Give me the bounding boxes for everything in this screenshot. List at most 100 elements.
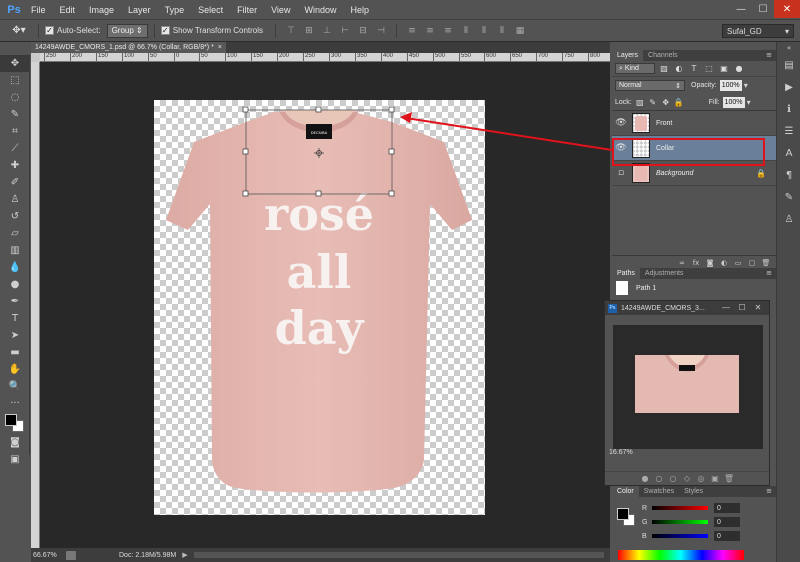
slider-red[interactable]: R 0: [642, 502, 740, 514]
group-folder-icon[interactable]: ▭: [732, 258, 744, 268]
slider-track[interactable]: [652, 506, 708, 510]
circle-icon[interactable]: ●: [638, 474, 652, 483]
auto-select-checkbox[interactable]: ✓: [45, 26, 54, 35]
distribute-left-icon[interactable]: ⦀: [459, 24, 473, 38]
panel-menu-icon[interactable]: ≡: [766, 269, 772, 277]
chevron-down-icon[interactable]: ▾: [744, 81, 748, 90]
layer-row-front[interactable]: 👁 Front: [612, 111, 776, 136]
distribute-bottom-icon[interactable]: ≡: [441, 24, 455, 38]
align-left-icon[interactable]: ⊢: [338, 24, 352, 38]
align-vcenter-icon[interactable]: ⊞: [302, 24, 316, 38]
marquee-tool-icon[interactable]: ⬚: [0, 72, 30, 89]
layer-filter-dropdown[interactable]: ⌕ Kind: [615, 63, 655, 74]
filter-shape-icon[interactable]: ⬚: [703, 63, 715, 74]
menu-edit[interactable]: Edit: [53, 5, 83, 15]
slider-blue[interactable]: B 0: [642, 530, 740, 542]
gradient-tool-icon[interactable]: ▥: [0, 242, 30, 259]
lock-transparent-icon[interactable]: ▨: [635, 97, 645, 107]
slider-value[interactable]: 0: [714, 503, 740, 513]
visibility-toggle-icon[interactable]: ▫: [612, 168, 630, 178]
history-icon[interactable]: ▤: [777, 54, 800, 76]
zoom-level[interactable]: 66.67%: [31, 552, 63, 559]
diamond-icon[interactable]: ◇: [680, 474, 694, 483]
document-profile-icon[interactable]: [66, 550, 76, 560]
align-top-icon[interactable]: ⊤: [284, 24, 298, 38]
filter-smartobject-icon[interactable]: ▣: [718, 63, 730, 74]
color-spectrum-bar[interactable]: [618, 550, 744, 560]
circle-outline-icon[interactable]: ○: [652, 474, 666, 483]
blur-tool-icon[interactable]: 💧: [0, 259, 30, 276]
layer-name[interactable]: Front: [656, 120, 672, 127]
distribute-right-icon[interactable]: ⦀: [495, 24, 509, 38]
menu-filter[interactable]: Filter: [230, 5, 264, 15]
navigator-title-bar[interactable]: Ps 14249AWDE_CMORS_3... — ☐ ✕: [605, 301, 769, 315]
minimize-icon[interactable]: —: [730, 0, 752, 18]
navigator-preview[interactable]: [613, 325, 763, 449]
transform-controls-checkbox[interactable]: ✓: [160, 26, 170, 35]
color-swatches[interactable]: [0, 412, 30, 434]
layer-name[interactable]: Collar: [656, 145, 674, 152]
brush-presets-icon[interactable]: ✎: [777, 186, 800, 208]
eye-icon[interactable]: 👁: [612, 143, 630, 153]
auto-select-dropdown[interactable]: Group ⇕: [106, 23, 148, 38]
horizontal-scrollbar[interactable]: [193, 552, 604, 558]
close-tab-icon[interactable]: ×: [218, 44, 222, 51]
panel-menu-icon[interactable]: ≡: [766, 51, 772, 59]
fill-input[interactable]: 100%: [722, 96, 745, 108]
brush-tool-icon[interactable]: ✐: [0, 174, 30, 191]
slider-track[interactable]: [652, 520, 708, 524]
filter-pixel-icon[interactable]: ▨: [658, 63, 670, 74]
status-menu-arrow-icon[interactable]: ▶: [182, 551, 187, 559]
character-icon[interactable]: A: [777, 142, 800, 164]
lock-image-icon[interactable]: ✎: [648, 97, 658, 107]
properties-icon[interactable]: ☰: [777, 120, 800, 142]
slider-value[interactable]: 0: [714, 531, 740, 541]
vertical-ruler[interactable]: [31, 62, 40, 548]
rectangle-tool-icon[interactable]: ▬: [0, 344, 30, 361]
tab-layers[interactable]: Layers: [612, 50, 644, 61]
trash-icon[interactable]: 🗑: [722, 474, 736, 483]
tab-styles[interactable]: Styles: [679, 486, 708, 497]
menu-layer[interactable]: Layer: [121, 5, 158, 15]
collapse-arrows-icon[interactable]: «: [777, 42, 800, 54]
actions-icon[interactable]: ▶: [777, 76, 800, 98]
layer-row-collar[interactable]: 👁 Collar: [612, 136, 776, 161]
quick-mask-icon[interactable]: ◙: [0, 434, 30, 451]
blend-mode-dropdown[interactable]: Normal ⇕: [615, 80, 685, 91]
navigator-zoom-level[interactable]: 16.67%: [609, 449, 633, 456]
minimize-icon[interactable]: —: [718, 302, 734, 313]
target-icon[interactable]: ◎: [694, 474, 708, 483]
auto-align-icon[interactable]: ▦: [513, 24, 527, 38]
align-hcenter-icon[interactable]: ⊟: [356, 24, 370, 38]
trash-icon[interactable]: 🗑: [760, 258, 772, 268]
lock-all-icon[interactable]: 🔒: [674, 97, 684, 107]
layer-row-background[interactable]: ▫ Background 🔒: [612, 161, 776, 186]
align-bottom-icon[interactable]: ⊥: [320, 24, 334, 38]
menu-select[interactable]: Select: [191, 5, 230, 15]
path-selection-tool-icon[interactable]: ➤: [0, 327, 30, 344]
tab-channels[interactable]: Channels: [643, 50, 683, 61]
more-tools-icon[interactable]: ···: [0, 395, 30, 412]
type-tool-icon[interactable]: T: [0, 310, 30, 327]
layer-name[interactable]: Background: [656, 170, 693, 177]
info-icon[interactable]: ℹ: [777, 98, 800, 120]
screen-mode-icon[interactable]: ▣: [0, 451, 30, 468]
square-icon[interactable]: ▣: [708, 474, 722, 483]
pen-tool-icon[interactable]: ✒: [0, 293, 30, 310]
tab-swatches[interactable]: Swatches: [639, 486, 679, 497]
lasso-tool-icon[interactable]: ◌: [0, 89, 30, 106]
filter-toggle-icon[interactable]: ●: [733, 63, 745, 74]
tab-color[interactable]: Color: [612, 486, 639, 497]
align-right-icon[interactable]: ⊣: [374, 24, 388, 38]
close-icon[interactable]: ✕: [750, 302, 766, 313]
crop-tool-icon[interactable]: ⌗: [0, 123, 30, 140]
move-tool-icon[interactable]: ✥: [0, 55, 30, 72]
paragraph-icon[interactable]: ¶: [777, 164, 800, 186]
workspace-dropdown[interactable]: Sufal_GD ▾: [722, 24, 794, 38]
distribute-vcenter-icon[interactable]: ≡: [423, 24, 437, 38]
dodge-tool-icon[interactable]: ●: [0, 276, 30, 293]
filter-adjustment-icon[interactable]: ◐: [673, 63, 685, 74]
clone-stamp-tool-icon[interactable]: ♙: [0, 191, 30, 208]
menu-image[interactable]: Image: [82, 5, 121, 15]
distribute-top-icon[interactable]: ≡: [405, 24, 419, 38]
